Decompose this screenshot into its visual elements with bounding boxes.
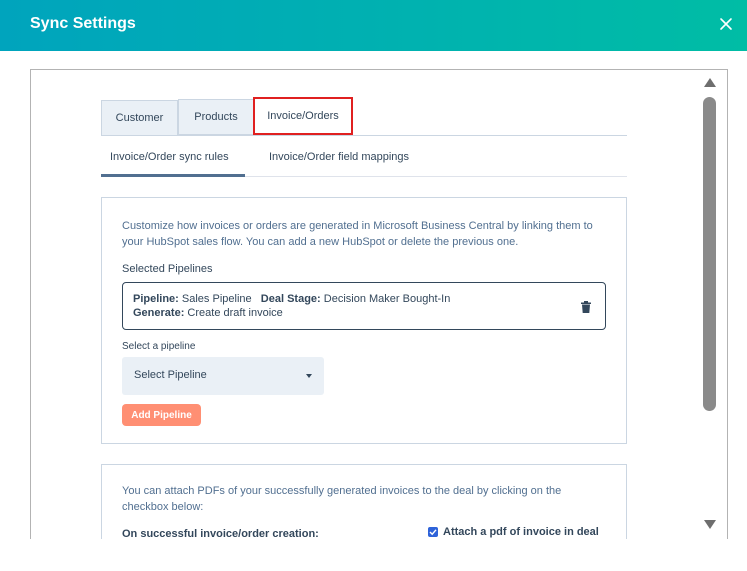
pipeline-dropdown[interactable]: Select Pipeline (122, 357, 324, 395)
generate-line: Generate: Create draft invoice (133, 306, 283, 320)
on-success-label: On successful invoice/order creation: (122, 528, 319, 539)
pipeline-dropdown-value: Select Pipeline (134, 369, 207, 381)
modal-header: Sync Settings (0, 0, 747, 51)
settings-tabs: Customer Products Invoice/Orders (101, 97, 627, 136)
deal-stage-value: Decision Maker Bought-In (323, 293, 451, 305)
deal-stage-key: Deal Stage: (260, 293, 321, 305)
select-pipeline-label: Select a pipeline (122, 341, 196, 352)
scrollbar-thumb[interactable] (703, 97, 716, 411)
attach-pdf-label: Attach a pdf of invoice in deal (443, 526, 599, 538)
modal-title: Sync Settings (30, 15, 136, 32)
subtabs: Invoice/Order sync rules Invoice/Order f… (101, 137, 627, 177)
pdf-description: You can attach PDFs of your successfully… (122, 485, 562, 513)
tab-products[interactable]: Products (178, 99, 254, 135)
tab-customer[interactable]: Customer (101, 100, 178, 136)
selected-pipelines-label: Selected Pipelines (122, 263, 213, 275)
pdf-attachment-panel: You can attach PDFs of your successfully… (101, 464, 627, 539)
subtab-sync-rules[interactable]: Invoice/Order sync rules (110, 151, 229, 163)
close-icon[interactable] (719, 17, 733, 31)
generate-value: Create draft invoice (187, 307, 283, 319)
rules-description: Customize how invoices or orders are gen… (122, 220, 593, 248)
tab-invoice-orders[interactable]: Invoice/Orders (253, 97, 353, 135)
trash-icon[interactable] (581, 300, 591, 313)
pipeline-value: Sales Pipeline (181, 293, 252, 305)
settings-frame: Customer Products Invoice/Orders Invoice… (30, 69, 728, 539)
caret-down-icon (306, 374, 312, 378)
pipeline-key: Pipeline: (133, 293, 179, 305)
pipeline-line: Pipeline: Sales Pipeline Deal Stage: Dec… (133, 292, 450, 306)
pipeline-rules-panel: Customize how invoices or orders are gen… (101, 197, 627, 444)
selected-pipeline-card: Pipeline: Sales Pipeline Deal Stage: Dec… (122, 282, 606, 330)
generate-key: Generate: (133, 307, 185, 319)
attach-pdf-checkbox[interactable] (428, 527, 438, 537)
scroll-up-arrow-icon[interactable] (703, 76, 717, 88)
scroll-down-arrow-icon[interactable] (703, 517, 717, 529)
subtab-field-mappings[interactable]: Invoice/Order field mappings (269, 151, 409, 163)
active-subtab-indicator (101, 174, 245, 177)
attach-pdf-option: Attach a pdf of invoice in deal (428, 526, 599, 538)
add-pipeline-button[interactable]: Add Pipeline (122, 404, 201, 426)
